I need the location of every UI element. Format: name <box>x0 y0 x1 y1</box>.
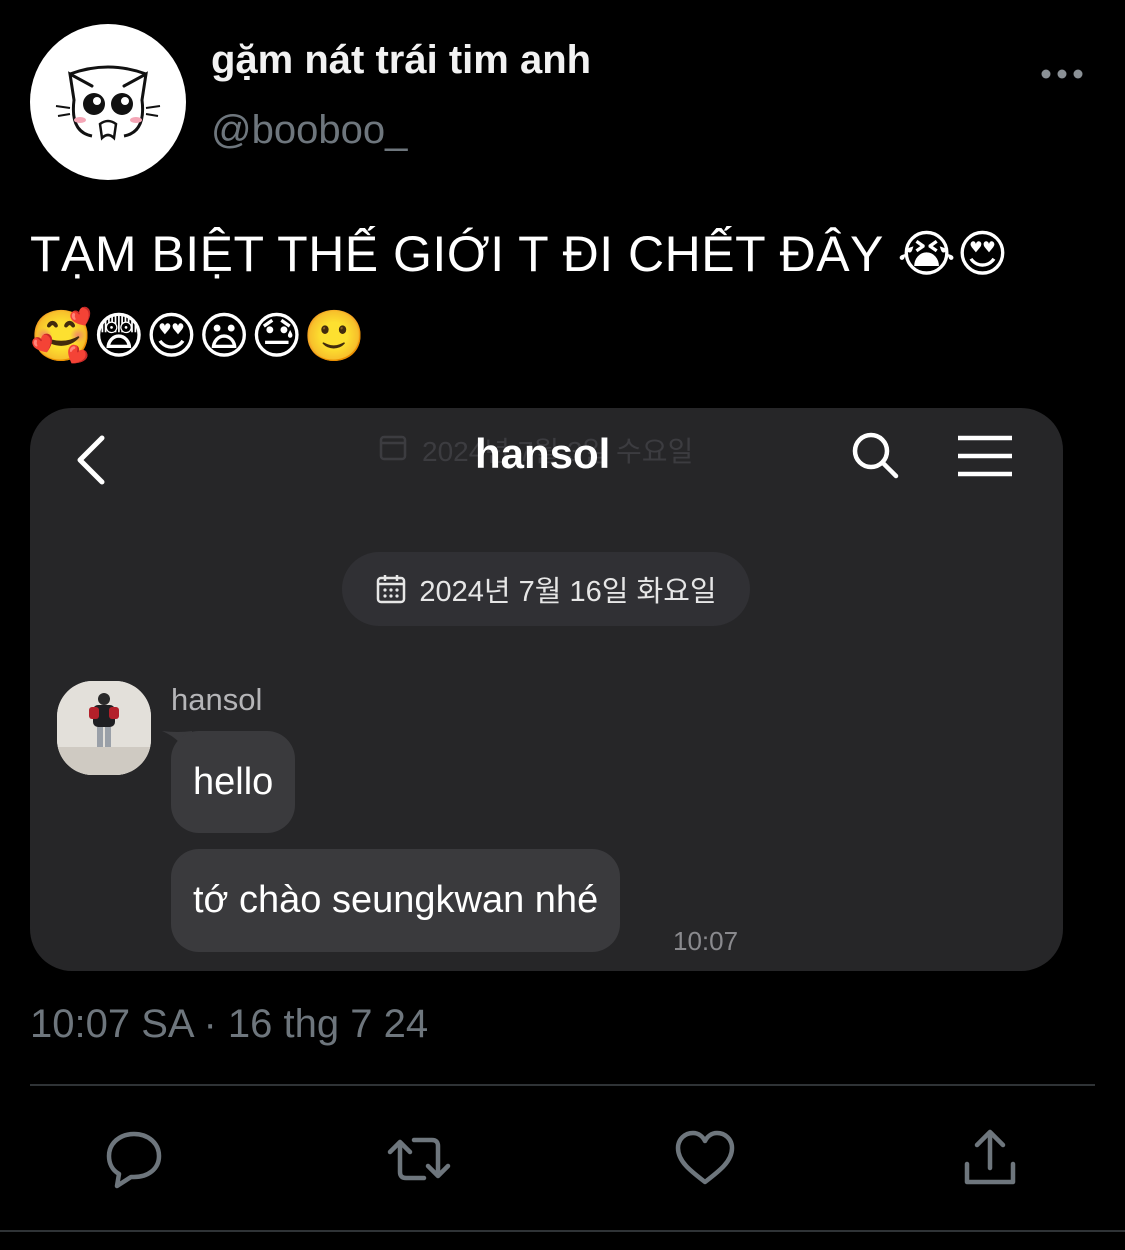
tweet-timestamp[interactable]: 10:07 SA · 16 thg 7 24 <box>30 1002 428 1047</box>
cat-avatar-icon <box>55 65 161 141</box>
avatar[interactable] <box>30 24 186 180</box>
date-separator: 2024년 7월 16일 화요일 <box>342 552 750 626</box>
message-bubble[interactable]: tớ chào seungkwan nhé <box>171 849 621 952</box>
reply-icon[interactable] <box>101 1126 167 1192</box>
tweet-text-line-1: TẠM BIỆT THẾ GIỚI T ĐI CHẾT ĐÂY 😭😍 <box>30 226 1009 282</box>
divider <box>30 1084 1095 1086</box>
more-icon[interactable] <box>1038 58 1086 90</box>
heart-icon[interactable] <box>672 1126 738 1192</box>
retweet-icon[interactable] <box>386 1126 452 1192</box>
user-handle[interactable]: @booboo_ <box>211 108 407 153</box>
attached-chat-screenshot[interactable]: 2024년 7월 3일 수요일 hansol 2024년 7월 16일 화요일 <box>30 408 1063 971</box>
calendar-icon <box>377 575 406 604</box>
message-time: 10:07 <box>673 926 739 956</box>
share-icon[interactable] <box>957 1126 1023 1192</box>
tweet-text: TẠM BIỆT THẾ GIỚI T ĐI CHẾT ĐÂY 😭😍 🥰😨😍😦😓… <box>30 214 1090 376</box>
divider <box>0 1230 1125 1232</box>
chevron-left-icon <box>77 435 105 485</box>
date-separator-label: 2024년 7월 16일 화요일 <box>419 576 717 608</box>
hamburger-menu-icon <box>958 435 1012 477</box>
search-icon <box>852 432 899 479</box>
calendar-icon <box>379 435 407 461</box>
display-name[interactable]: gặm nát trái tim anh <box>211 38 591 83</box>
message-bubble[interactable]: hello <box>171 731 296 833</box>
sender-avatar <box>57 681 151 775</box>
sender-name: hansol <box>171 682 263 717</box>
chat-title: hansol <box>475 430 611 477</box>
tweet-text-emoji-line: 🥰😨😍😦😓🙂 <box>30 308 367 364</box>
